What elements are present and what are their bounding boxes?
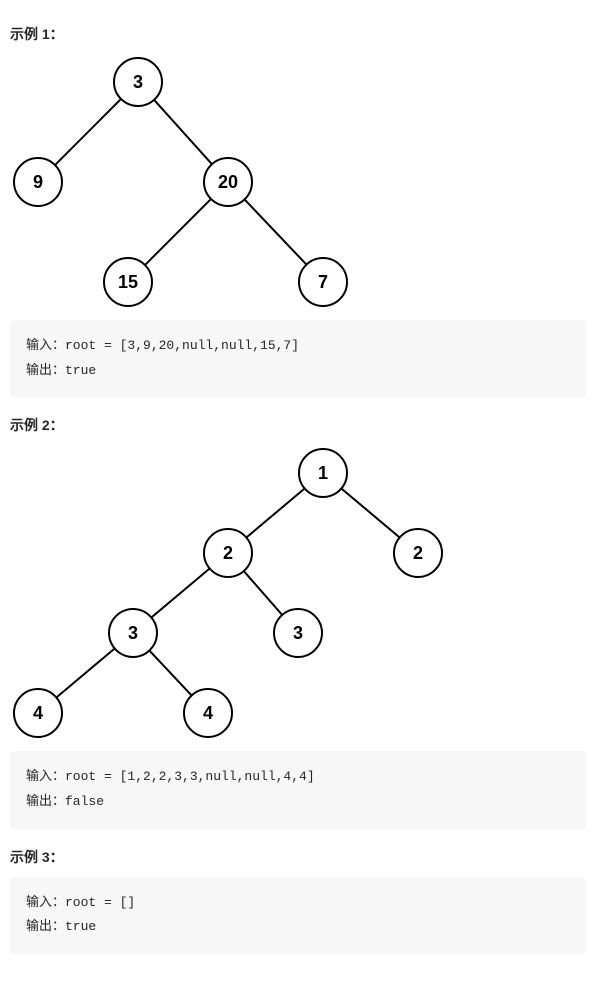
tree-node-label: 7 — [318, 272, 328, 292]
example-heading: 示例 1： — [10, 24, 586, 44]
tree-edge — [245, 199, 307, 264]
tree-node-label: 20 — [218, 172, 238, 192]
example-heading: 示例 2： — [10, 415, 586, 435]
tree-edge — [341, 489, 399, 538]
tree-node: 4 — [184, 689, 232, 737]
tree-edge — [246, 489, 304, 538]
tree-node-label: 15 — [118, 272, 138, 292]
tree-node: 7 — [299, 258, 347, 306]
tree-edge — [244, 571, 282, 615]
code-block: 输入：root = [1,2,2,3,3,null,null,4,4] 输出：f… — [10, 751, 586, 828]
tree-node-label: 3 — [133, 72, 143, 92]
tree-edge — [151, 569, 209, 618]
tree-node-label: 3 — [293, 623, 303, 643]
tree-node-label: 1 — [318, 463, 328, 483]
code-block: 输入：root = [] 输出：true — [10, 877, 586, 954]
tree-edge — [145, 199, 211, 265]
tree-node-label: 2 — [413, 543, 423, 563]
tree-edge — [55, 99, 121, 165]
tree-node: 4 — [14, 689, 62, 737]
tree-node: 9 — [14, 158, 62, 206]
tree-node: 3 — [109, 609, 157, 657]
tree-node: 3 — [114, 58, 162, 106]
tree-node: 15 — [104, 258, 152, 306]
tree-node: 3 — [274, 609, 322, 657]
tree-node: 2 — [394, 529, 442, 577]
tree-node: 1 — [299, 449, 347, 497]
tree-edge — [149, 651, 191, 696]
example-heading: 示例 3： — [10, 847, 586, 867]
tree-edge — [154, 100, 212, 164]
tree-diagram: 3 9 20 15 7 — [10, 54, 351, 310]
tree-edge — [56, 649, 114, 698]
tree-node-label: 4 — [33, 703, 43, 723]
tree-node-label: 9 — [33, 172, 43, 192]
tree-node-label: 3 — [128, 623, 138, 643]
tree-node-label: 2 — [223, 543, 233, 563]
examples-container: 示例 1： 3 9 20 15 7 输入：root = [3,9,20,null… — [10, 24, 586, 954]
tree-node: 2 — [204, 529, 252, 577]
tree-diagram: 1 2 2 3 3 4 4 — [10, 445, 446, 741]
code-block: 输入：root = [3,9,20,null,null,15,7] 输出：tru… — [10, 320, 586, 397]
tree-node-label: 4 — [203, 703, 213, 723]
tree-node: 20 — [204, 158, 252, 206]
